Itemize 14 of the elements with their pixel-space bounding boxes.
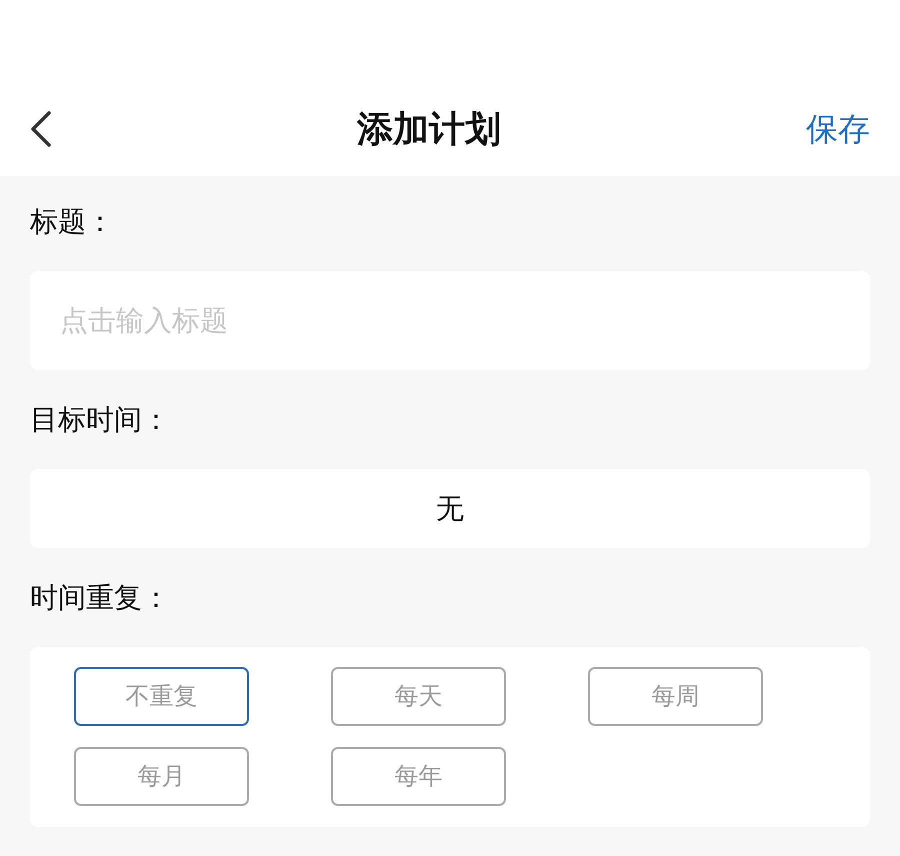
repeat-option[interactable]: 每天 [331, 667, 506, 726]
field-label: 标题： [30, 205, 115, 239]
field-label: 时间重复： [30, 581, 171, 615]
time-picker-field[interactable]: 无 [30, 469, 870, 548]
repeat-option[interactable]: 每周 [588, 667, 763, 726]
repeat-option[interactable]: 不重复 [74, 667, 249, 726]
title-input-field[interactable]: 点击输入标题 [30, 271, 870, 370]
chevron-left-icon [30, 111, 52, 147]
page-title: 添加计划 [357, 107, 501, 151]
repeat-option[interactable]: 每月 [74, 747, 249, 806]
save-button[interactable]: 保存 [806, 109, 870, 149]
field-label: 目标时间： [30, 403, 171, 437]
repeat-option[interactable]: 每年 [331, 747, 506, 806]
back-button[interactable] [30, 111, 52, 147]
